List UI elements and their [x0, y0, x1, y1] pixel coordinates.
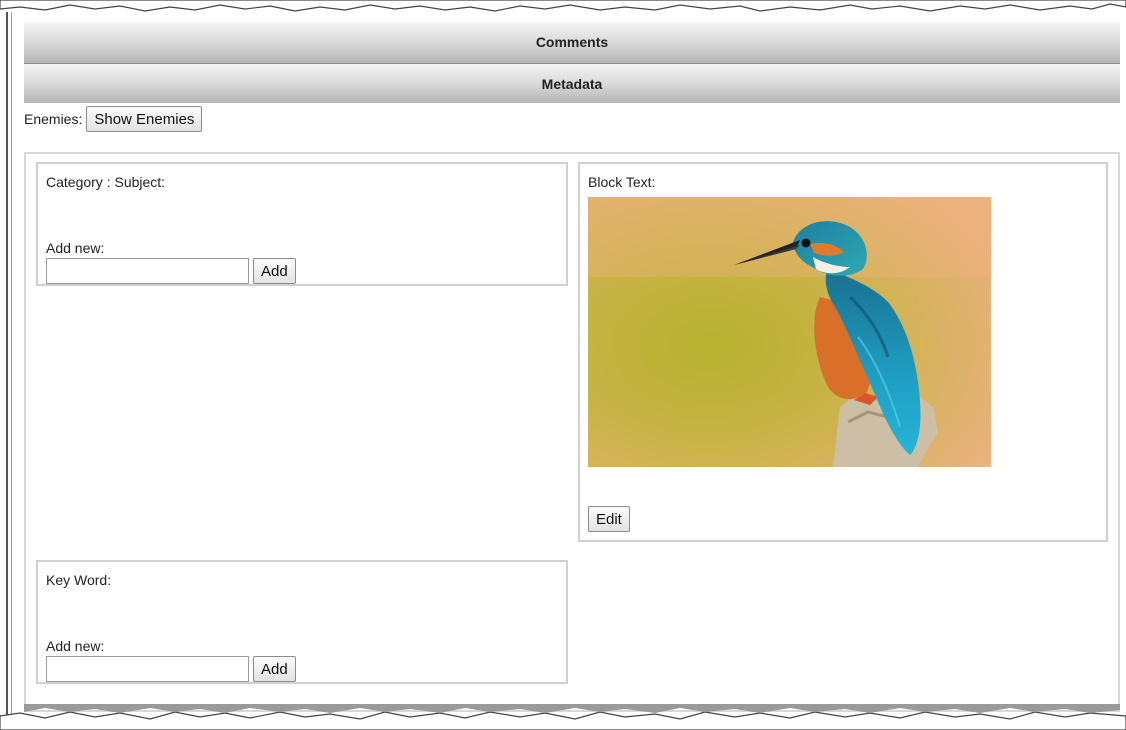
category-input[interactable]	[46, 258, 249, 284]
category-input-row: Add	[46, 258, 296, 284]
block-text-title: Block Text:	[588, 174, 656, 190]
metadata-section-header[interactable]: Metadata	[24, 63, 1120, 103]
key-word-box: Key Word: Add new: Add	[36, 560, 568, 684]
torn-edge-top	[0, 0, 1126, 12]
kingfisher-image	[588, 197, 991, 467]
category-subject-box: Category : Subject: Add new: Add	[36, 162, 568, 286]
window-frame-left	[6, 12, 8, 716]
keyword-add-button[interactable]: Add	[253, 656, 296, 682]
show-enemies-button[interactable]: Show Enemies	[86, 106, 203, 132]
torn-edge-bottom	[0, 704, 1126, 730]
metadata-panel: Category : Subject: Add new: Add Block T…	[24, 152, 1120, 712]
block-text-box: Block Text: Edit	[578, 162, 1108, 542]
category-add-button[interactable]: Add	[253, 258, 296, 284]
window-frame-left-inner	[11, 12, 12, 716]
keyword-add-new-label: Add new:	[46, 638, 105, 654]
edit-button[interactable]: Edit	[588, 506, 630, 532]
keyword-input-row: Add	[46, 656, 296, 682]
content-area: Comments Metadata Enemies: Show Enemies …	[24, 22, 1120, 712]
keyword-input[interactable]	[46, 656, 249, 682]
category-subject-title: Category : Subject:	[46, 174, 166, 190]
comments-section-header[interactable]: Comments	[24, 22, 1120, 63]
enemies-row: Enemies: Show Enemies	[24, 106, 203, 132]
category-add-new-label: Add new:	[46, 240, 105, 256]
enemies-label: Enemies:	[24, 111, 83, 127]
key-word-title: Key Word:	[46, 572, 112, 588]
